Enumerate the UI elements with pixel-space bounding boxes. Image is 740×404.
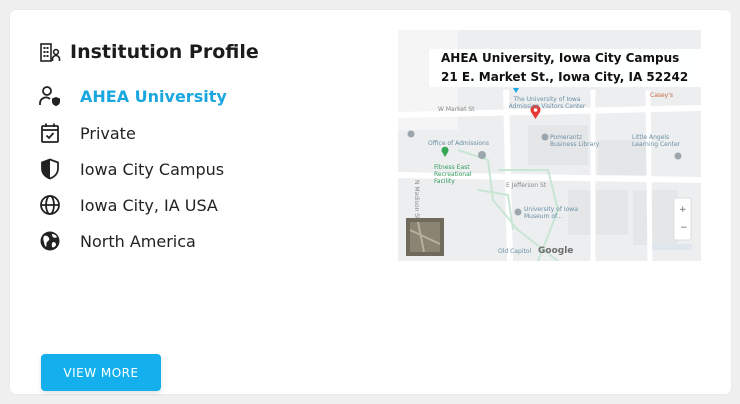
card-title: Institution Profile — [38, 40, 259, 64]
map-address-line-2: 21 E. Market St., Iowa City, IA 52242 — [441, 70, 689, 84]
google-logo: Google — [538, 246, 574, 256]
map-label-old-capitol: Old Capitol — [498, 248, 532, 255]
map-address-line-1: AHEA University, Iowa City Campus — [441, 51, 680, 65]
map-label-office-admissions: Office of Admissions — [428, 140, 489, 147]
map-label-market-st: W Market St — [438, 106, 475, 113]
earth-americas-icon — [40, 231, 60, 251]
institution-profile-card: Institution Profile AHEA University Priv… — [10, 10, 731, 394]
map-label-little-angels: Little Angels Learning Center — [632, 134, 681, 148]
svg-text:−: − — [680, 223, 688, 233]
institution-name-link[interactable]: AHEA University — [80, 87, 227, 106]
map-label-visitors-center: The University of Iowa Admission Visitor… — [508, 96, 586, 110]
map-label-madison: N Madison St — [413, 180, 420, 220]
map-label-caseys: Casey's — [650, 92, 674, 99]
shield-icon — [41, 158, 59, 180]
map-label-fitness: Fitness East Recreational Facility — [434, 164, 472, 185]
institution-name-row[interactable]: AHEA University — [38, 84, 227, 108]
building-person-icon — [40, 43, 61, 62]
map-label-jefferson: E Jefferson St — [506, 182, 547, 189]
user-shield-icon — [39, 86, 60, 106]
map-label-museum: University of Iowa Museum of... — [524, 206, 578, 220]
institution-type-row: Private — [38, 121, 136, 145]
city-row: Iowa City, IA USA — [38, 193, 218, 217]
card-title-text: Institution Profile — [70, 41, 259, 63]
view-more-button[interactable]: VIEW MORE — [41, 354, 161, 391]
region-row: North America — [38, 229, 196, 253]
campus-row: Iowa City Campus — [38, 157, 224, 181]
map-address-label: AHEA University, Iowa City Campus 21 E. … — [429, 49, 701, 87]
globe-icon — [40, 195, 60, 215]
region-name: North America — [80, 231, 196, 251]
campus-map[interactable]: + − AHEA University, Iowa City Campus 21… — [398, 30, 701, 261]
city-name: Iowa City, IA USA — [80, 195, 218, 215]
map-label-pomerantz: Pomerantz Business Library — [550, 134, 600, 148]
calendar-check-icon — [41, 123, 59, 143]
svg-text:+: + — [679, 205, 687, 215]
campus-name: Iowa City Campus — [80, 159, 225, 179]
institution-type: Private — [80, 123, 136, 143]
